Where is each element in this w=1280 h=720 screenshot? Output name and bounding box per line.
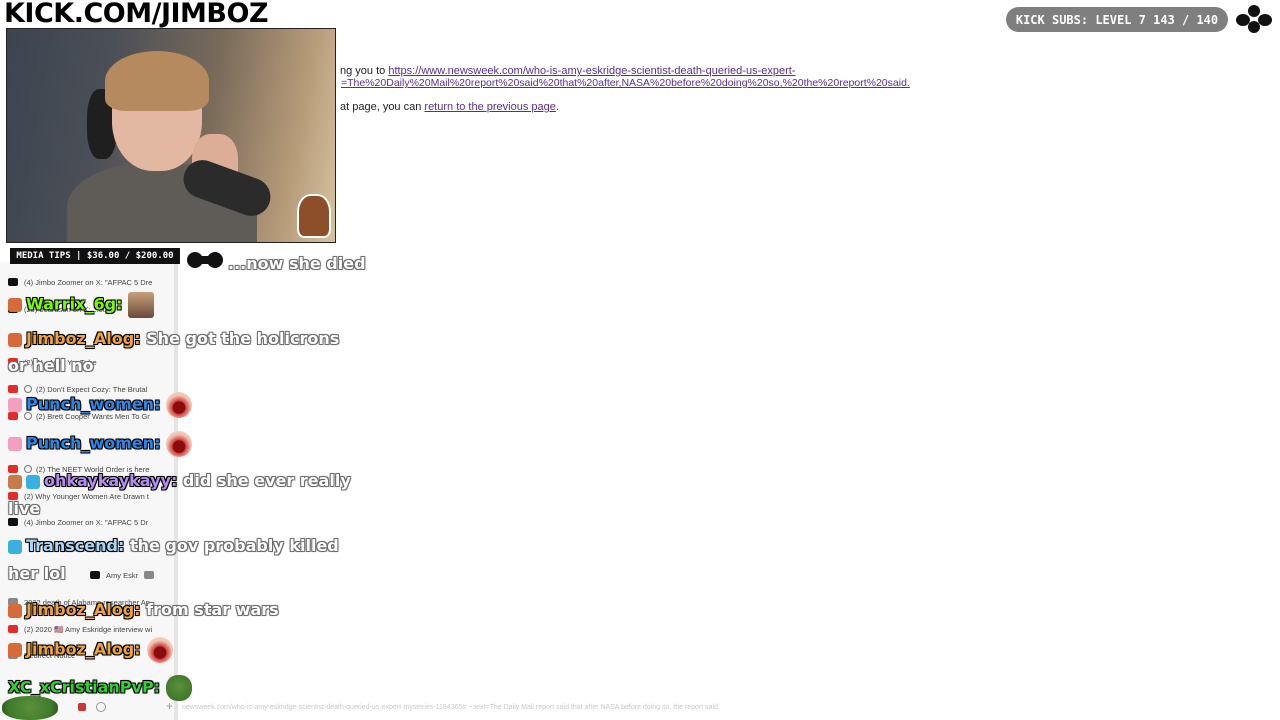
tab-label: (2) 2020 🇺🇸 Amy Eskridge interview wi bbox=[24, 624, 153, 634]
user-badge-icon bbox=[8, 603, 22, 618]
tips-logo-icon bbox=[187, 252, 223, 268]
chat-username: Punch_women: bbox=[26, 433, 161, 453]
user-badge-icon bbox=[8, 643, 22, 657]
chat-message-continued: or hell no bbox=[8, 356, 94, 375]
chat-text: her lol bbox=[8, 564, 66, 583]
redirect-link-continued[interactable]: =The%20Daily%20Mail%20report%20said%20th… bbox=[341, 77, 910, 89]
chat-message: Jimboz_Alog: She got the holicrons bbox=[8, 329, 339, 348]
channel-name: KICK.COM/JIMBOZ bbox=[4, 0, 269, 29]
tab-label: (4) Jimbo Zoomer on X: "AFPAC 5 Dr bbox=[24, 517, 149, 527]
chat-text: ...now she died bbox=[228, 254, 366, 273]
redirect-line: ng you to https://www.newsweek.com/who-i… bbox=[340, 65, 795, 77]
tab-label: Amy Eskr bbox=[106, 570, 139, 580]
chat-username: Jimboz_Alog: bbox=[26, 639, 141, 659]
media-tips-bar: MEDIA TIPS | $36.00 / $200.00 bbox=[10, 248, 180, 264]
youtube-icon bbox=[8, 625, 18, 633]
pepe-emote-icon bbox=[2, 696, 58, 720]
back-line: at page, you can return to the previous … bbox=[340, 101, 559, 113]
media-tips-text: MEDIA TIPS | $36.00 / $200.00 bbox=[16, 251, 174, 261]
brand-logo-icon bbox=[1236, 5, 1272, 33]
channel-banner: KICK.COM/JIMBOZ bbox=[0, 0, 340, 30]
subs-goal-badge: KICK SUBS: LEVEL 7 143 / 140 bbox=[1006, 7, 1228, 32]
emote-icon bbox=[128, 292, 155, 318]
chat-text: She got the holicrons bbox=[146, 329, 340, 348]
user-badge-icon bbox=[8, 298, 22, 312]
chat-username: Transcend: bbox=[26, 536, 125, 555]
pepe-emote-icon bbox=[166, 675, 193, 701]
google-icon bbox=[144, 571, 155, 579]
lips-emote-icon bbox=[166, 431, 193, 457]
chat-username: Jimboz_Alog: bbox=[26, 600, 141, 619]
chat-message: Punch_women: bbox=[8, 392, 193, 418]
chat-username: Jimboz_Alog: bbox=[26, 329, 141, 348]
sidebar-tab[interactable]: (4) Jimbo Zoomer on X: "AFPAC 5 Dre bbox=[8, 276, 152, 288]
chat-message: Warrix_6g: bbox=[8, 292, 155, 318]
sub-badge-icon bbox=[26, 474, 40, 489]
status-bar-url: newsweek.com/who-is-amy-eskridge-scienti… bbox=[182, 704, 720, 711]
user-badge-icon bbox=[8, 332, 22, 347]
chat-username: Warrix_6g: bbox=[26, 294, 123, 314]
lips-emote-icon bbox=[146, 637, 173, 663]
back-prefix: at page, you can bbox=[340, 101, 425, 113]
anime-sticker bbox=[297, 194, 331, 238]
back-suffix: . bbox=[555, 101, 559, 113]
x-icon bbox=[8, 518, 18, 526]
streamer-figure bbox=[67, 49, 257, 242]
chat-message: ohkaykaykayy: did she ever really bbox=[8, 471, 351, 490]
chat-text: did she ever really bbox=[182, 471, 351, 490]
chat-message: Jimboz_Alog: from star wars bbox=[8, 600, 279, 619]
user-badge-icon bbox=[8, 437, 22, 451]
youtube-icon[interactable] bbox=[78, 703, 86, 711]
chat-text: or hell no bbox=[8, 356, 94, 375]
chat-message: ...now she died bbox=[228, 254, 366, 273]
chat-username: Punch_women: bbox=[26, 394, 161, 414]
webcam-feed bbox=[6, 28, 336, 243]
sidebar-tab[interactable]: (2) 2020 🇺🇸 Amy Eskridge interview wi bbox=[8, 623, 152, 635]
sidebar-tab[interactable]: Amy Eskr bbox=[90, 569, 160, 581]
redirect-line-continued: =The%20Daily%20Mail%20report%20said%20th… bbox=[341, 77, 910, 89]
chat-message-continued: live bbox=[8, 499, 40, 518]
redirect-link[interactable]: https://www.newsweek.com/who-is-amy-eskr… bbox=[388, 65, 795, 77]
subs-goal-text: KICK SUBS: LEVEL 7 143 / 140 bbox=[1015, 12, 1219, 27]
chat-username: ohkaykaykayy: bbox=[44, 471, 178, 490]
site-icon bbox=[90, 571, 100, 579]
previous-page-link[interactable]: return to the previous page bbox=[424, 101, 555, 113]
discord-icon[interactable] bbox=[96, 702, 106, 712]
chat-message: Transcend: the gov probably killed bbox=[8, 536, 339, 555]
chat-text: the gov probably killed bbox=[129, 536, 339, 555]
chat-message-continued: her lol bbox=[8, 564, 66, 583]
lips-emote-icon bbox=[166, 392, 193, 418]
redirect-prefix: ng you to bbox=[340, 65, 389, 77]
chat-text: live bbox=[8, 499, 41, 518]
user-badge-icon bbox=[8, 539, 22, 554]
chat-username: XC_xCristianPvP: bbox=[8, 677, 161, 697]
x-icon bbox=[8, 278, 18, 286]
tab-label: (2) Why Younger Women Are Drawn t bbox=[24, 491, 149, 501]
user-badge-icon bbox=[8, 398, 22, 412]
new-tab-plus-icon[interactable]: + bbox=[166, 699, 173, 713]
user-badge-icon bbox=[8, 474, 22, 489]
chat-text: from star wars bbox=[146, 600, 279, 619]
tab-label: (4) Jimbo Zoomer on X: "AFPAC 5 Dre bbox=[24, 277, 153, 287]
chat-message: Jimboz_Alog: bbox=[8, 637, 173, 663]
chat-message: Punch_women: bbox=[8, 431, 193, 457]
